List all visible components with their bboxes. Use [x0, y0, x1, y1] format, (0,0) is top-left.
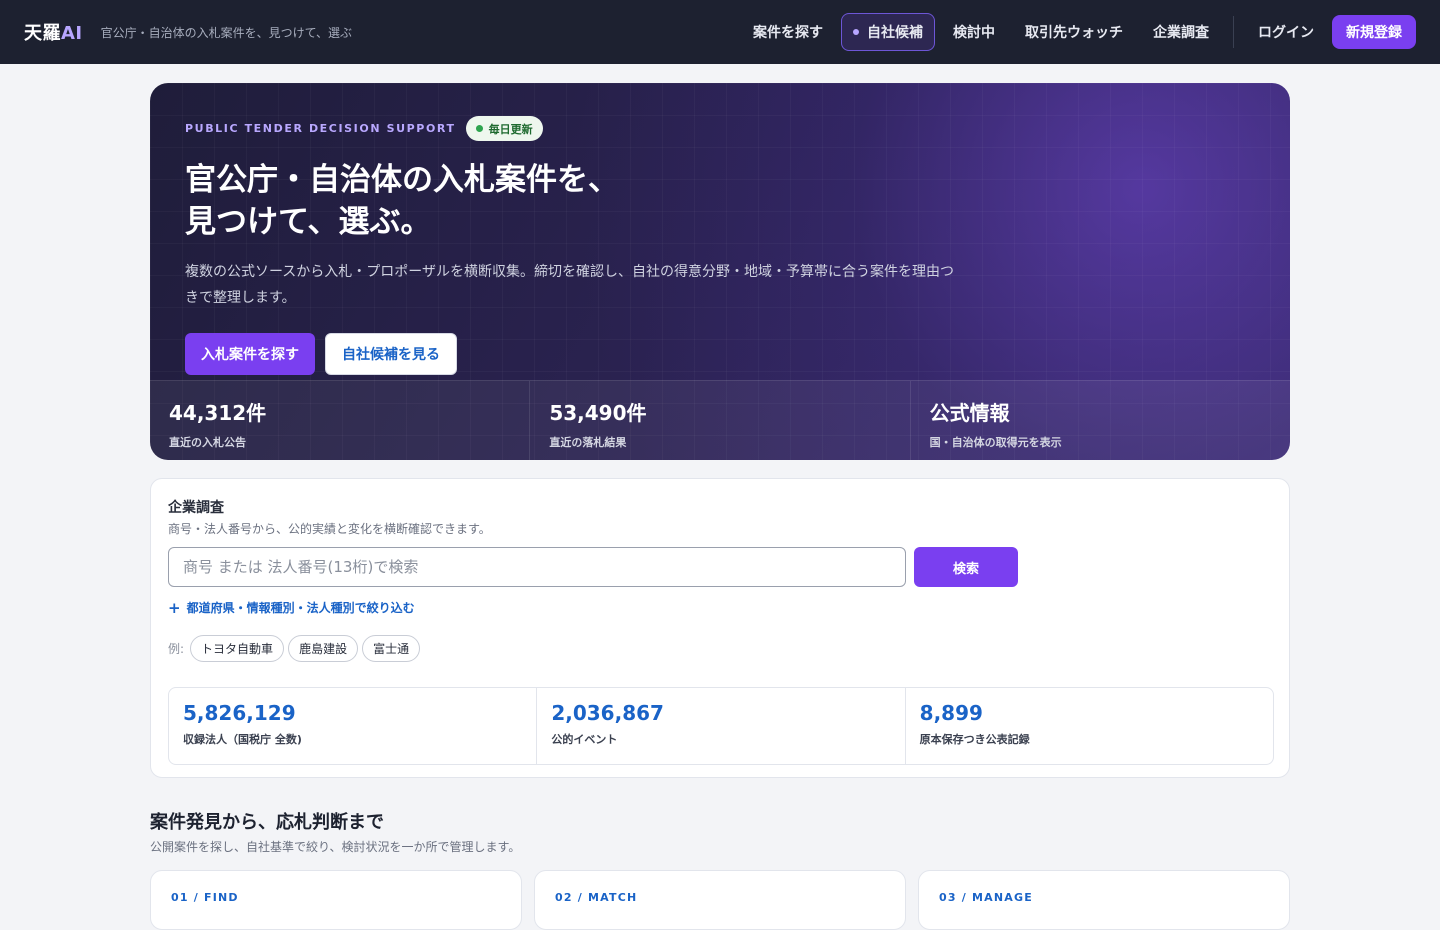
section-subtitle: 公開案件を探し、自社基準で絞り、検討状況を一か所で管理します。 — [150, 840, 521, 854]
company-stat-events: 2,036,867 公的イベント — [537, 688, 906, 764]
signup-button[interactable]: 新規登録 — [1332, 15, 1416, 49]
brand-logo[interactable]: 天羅AI — [24, 19, 83, 45]
hero-stat-official: 公式情報 国・自治体の取得元を表示 — [929, 401, 1062, 449]
filter-toggle-link[interactable]: + 都道府県・情報種別・法人種別で絞り込む — [168, 599, 415, 616]
hero-eyebrow-row: PUBLIC TENDER DECISION SUPPORT 毎日更新 — [185, 116, 985, 141]
active-dot-icon — [853, 29, 859, 35]
company-search-card: 企業調査 商号・法人番号から、公的実績と変化を横断確認できます。 検索 + 都道… — [150, 478, 1290, 778]
section-title: 案件発見から、応札判断まで — [150, 812, 384, 833]
feature-tag: 03 / MANAGE — [939, 891, 1033, 904]
nav-item-partner-watch[interactable]: 取引先ウォッチ — [1013, 13, 1135, 51]
hero-stat-results: 53,490件 直近の落札結果 — [530, 381, 911, 460]
hero-eyebrow: PUBLIC TENDER DECISION SUPPORT — [185, 122, 456, 135]
example-chip-fujitsu[interactable]: 富士通 — [362, 635, 421, 662]
hero-banner: PUBLIC TENDER DECISION SUPPORT 毎日更新 官公庁・… — [150, 83, 1290, 460]
company-search-title: 企業調査 — [168, 500, 224, 516]
company-stat-records: 8,899 原本保存つき公表記録 — [919, 701, 1030, 746]
company-search-subtitle: 商号・法人番号から、公的実績と変化を横断確認できます。 — [168, 522, 491, 536]
daily-update-badge: 毎日更新 — [465, 116, 543, 141]
company-search-input[interactable] — [168, 547, 906, 587]
hero-title: 官公庁・自治体の入札案件を、 見つけて、選ぶ。 — [185, 162, 619, 240]
feature-card-match: 02 / MATCH — [534, 870, 906, 930]
hero-actions: 入札案件を探す 自社候補を見る — [185, 333, 985, 375]
search-button[interactable]: 検索 — [914, 547, 1018, 587]
plus-icon: + — [168, 598, 181, 617]
hero-stat-notices: 44,312件 直近の入札公告 — [150, 381, 531, 460]
hero-description: 複数の公式ソースから入札・プロポーザルを横断収集。締切を確認し、自社の得意分野・… — [185, 264, 955, 306]
hero-stats: 44,312件 直近の入札公告 53,490件 直近の落札結果 公式情報 国・自… — [150, 380, 1290, 460]
example-chip-kajima[interactable]: 鹿島建設 — [288, 635, 359, 662]
feature-card-find: 01 / FIND — [150, 870, 522, 930]
company-stats: 5,826,129 収録法人（国税庁 全数) 2,036,867 公的イベント … — [168, 687, 1274, 765]
view-candidates-button[interactable]: 自社候補を見る — [325, 333, 457, 375]
hero-content: PUBLIC TENDER DECISION SUPPORT 毎日更新 官公庁・… — [185, 116, 985, 375]
top-navigation-bar: 天羅AI 官公庁・自治体の入札案件を、見つけて、選ぶ 案件を探す 自社候補 検討… — [0, 0, 1440, 64]
example-chips: 例: トヨタ自動車 鹿島建設 富士通 — [168, 635, 421, 662]
nav-item-under-review[interactable]: 検討中 — [941, 13, 1007, 51]
status-dot-icon — [475, 125, 483, 132]
examples-label: 例: — [168, 642, 185, 656]
nav-item-own-candidates[interactable]: 自社候補 — [841, 13, 935, 51]
company-stat-corporations: 5,826,129 収録法人（国税庁 全数) — [169, 688, 538, 764]
nav-divider — [1233, 16, 1234, 48]
nav-item-find-tenders[interactable]: 案件を探す — [741, 13, 835, 51]
find-tenders-button[interactable]: 入札案件を探す — [185, 333, 315, 375]
example-chip-toyota[interactable]: トヨタ自動車 — [190, 635, 285, 662]
header-tagline: 官公庁・自治体の入札案件を、見つけて、選ぶ — [100, 25, 353, 40]
login-link[interactable]: ログイン — [1246, 13, 1326, 51]
feature-tag: 01 / FIND — [171, 891, 239, 904]
feature-tag: 02 / MATCH — [555, 891, 638, 904]
main-nav: 案件を探す 自社候補 検討中 取引先ウォッチ 企業調査 ログイン 新規登録 — [741, 13, 1416, 51]
nav-item-company-research[interactable]: 企業調査 — [1141, 13, 1221, 51]
feature-card-manage: 03 / MANAGE — [918, 870, 1290, 930]
